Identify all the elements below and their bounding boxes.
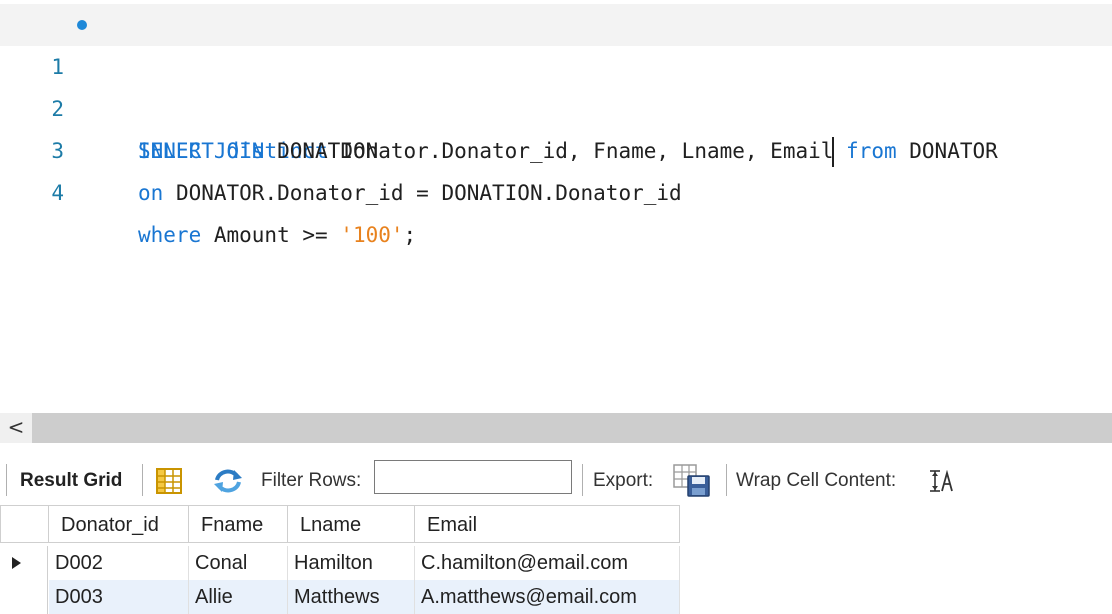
sql-keyword: on xyxy=(138,181,164,205)
current-row-arrow-icon xyxy=(12,557,21,569)
result-toolbar: Result Grid Filter Rows: Export: Wrap Ce… xyxy=(0,456,1112,506)
toolbar-separator xyxy=(582,464,583,496)
toolbar-separator xyxy=(726,464,727,496)
table-cell[interactable]: Hamilton xyxy=(288,546,415,580)
code-line[interactable]: 3 on DONATOR.Donator_id = DONATION.Donat… xyxy=(0,88,1112,205)
scroll-left-arrow-icon[interactable]: < xyxy=(0,413,32,443)
export-icon[interactable] xyxy=(673,464,711,504)
toolbar-separator xyxy=(142,464,143,496)
table-cell[interactable]: Conal xyxy=(189,546,288,580)
table-cell[interactable]: Allie xyxy=(189,580,288,614)
filter-rows-label: Filter Rows: xyxy=(261,470,362,491)
filter-rows-input[interactable] xyxy=(374,460,572,494)
table-cell[interactable]: C.hamilton@email.com xyxy=(415,546,680,580)
column-header-donator-id[interactable]: Donator_id xyxy=(49,505,189,543)
grid-layout-icon[interactable] xyxy=(156,468,182,500)
sql-text: ; xyxy=(403,223,417,247)
statement-marker-icon xyxy=(77,20,87,30)
sql-keyword: where xyxy=(138,223,202,247)
row-selector[interactable] xyxy=(0,580,48,614)
wrap-cell-content-label: Wrap Cell Content: xyxy=(736,470,897,491)
table-cell[interactable]: D003 xyxy=(49,580,189,614)
result-grid-tab[interactable]: Result Grid xyxy=(20,456,122,506)
code-line[interactable]: 2 INNER JOIN DONATION xyxy=(0,46,1112,163)
export-label: Export: xyxy=(593,470,654,491)
sql-editor[interactable]: 1 SELECT distinct Donator.Donator_id, Fn… xyxy=(0,0,1112,412)
code-line[interactable]: 1 SELECT distinct Donator.Donator_id, Fn… xyxy=(0,4,1112,167)
code-line[interactable]: 4 where Amount >= '100'; xyxy=(0,130,1112,247)
table-cell[interactable]: D002 xyxy=(49,546,189,580)
editor-horizontal-scrollbar[interactable]: < xyxy=(0,413,1112,443)
column-header-fname[interactable]: Fname xyxy=(189,505,288,543)
wrap-text-icon[interactable] xyxy=(929,469,955,498)
row-selector[interactable] xyxy=(0,546,48,580)
line-number: 4 xyxy=(51,181,64,205)
sql-string: '100' xyxy=(340,223,404,247)
sql-text: DONATOR.Donator_id = DONATION.Donator_id xyxy=(163,181,682,205)
row-header-corner xyxy=(0,505,49,543)
table-cell[interactable]: A.matthews@email.com xyxy=(415,580,680,614)
column-header-email[interactable]: Email xyxy=(415,505,680,543)
sql-text: Amount >= xyxy=(201,223,341,247)
scrollbar-thumb[interactable] xyxy=(32,413,1112,443)
refresh-icon[interactable] xyxy=(212,467,244,501)
toolbar-separator xyxy=(6,464,7,496)
column-header-lname[interactable]: Lname xyxy=(288,505,415,543)
table-cell[interactable]: Matthews xyxy=(288,580,415,614)
